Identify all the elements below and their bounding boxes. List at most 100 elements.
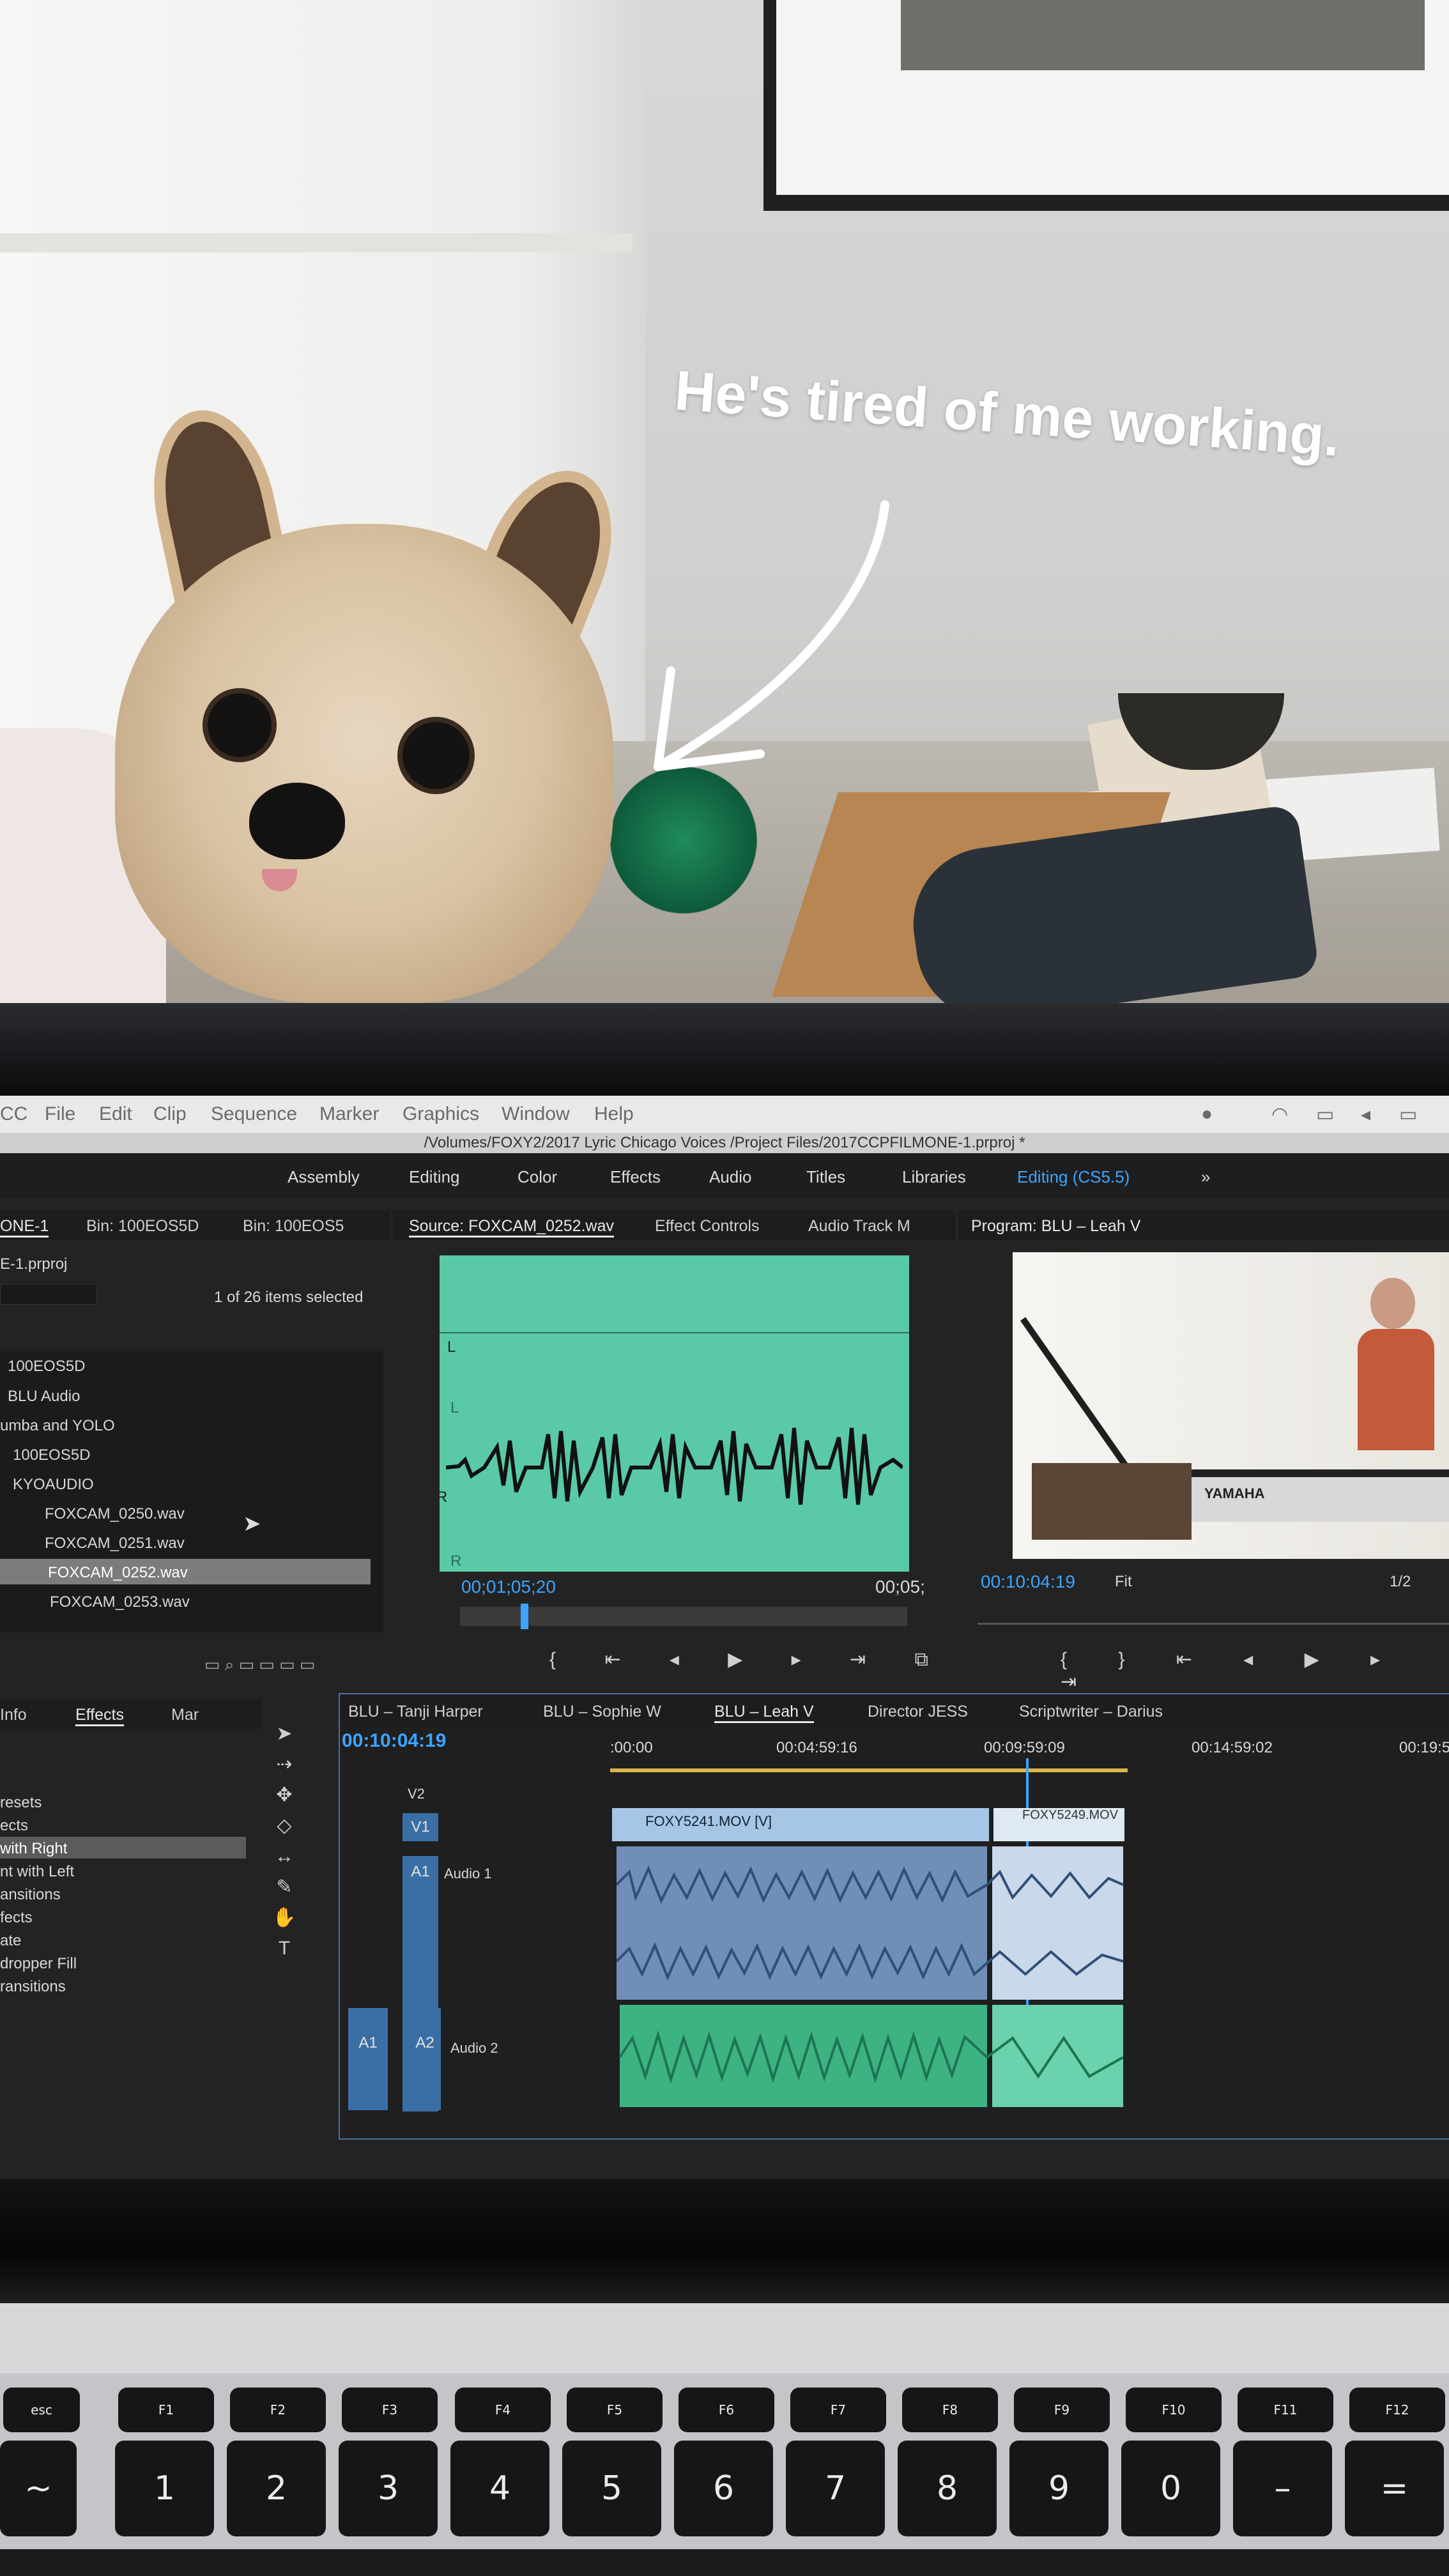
tab-program[interactable]: Program: BLU – Leah V <box>971 1217 1140 1236</box>
source-patch-a1[interactable]: A1 <box>348 2008 388 2110</box>
zoom-select[interactable]: Fit <box>1115 1573 1132 1591</box>
key-f8[interactable]: F8 <box>902 2388 998 2432</box>
key-4[interactable]: 4 <box>450 2441 549 2536</box>
list-item[interactable]: BLU Audio <box>8 1388 80 1406</box>
airplay-icon[interactable]: ▭ <box>1316 1103 1334 1126</box>
effects-item[interactable]: ate <box>0 1932 21 1950</box>
volume-icon[interactable]: ◂ <box>1361 1103 1370 1126</box>
key-tilde[interactable]: ~ <box>0 2441 77 2536</box>
workspace-assembly[interactable]: Assembly <box>288 1167 360 1187</box>
key-f12[interactable]: F12 <box>1349 2388 1445 2432</box>
program-timecode[interactable]: 00:10:04:19 <box>981 1572 1075 1592</box>
effects-item[interactable]: resets <box>0 1794 42 1812</box>
tab-markers[interactable]: Mar <box>171 1706 199 1724</box>
key-0[interactable]: 0 <box>1121 2441 1220 2536</box>
workspace-libraries[interactable]: Libraries <box>902 1167 966 1187</box>
effects-item[interactable]: ansitions <box>0 1886 61 1904</box>
wifi-icon[interactable]: ◠ <box>1271 1103 1288 1126</box>
list-item[interactable]: KYOAUDIO <box>13 1476 94 1494</box>
tab-sequence-active[interactable]: BLU – Leah V <box>714 1703 814 1723</box>
work-area-bar[interactable] <box>610 1768 1128 1772</box>
key-1[interactable]: 1 <box>115 2441 214 2536</box>
menu-sequence[interactable]: Sequence <box>211 1103 297 1125</box>
workspace-overflow[interactable]: » <box>1201 1167 1210 1187</box>
tab-bin-2[interactable]: Bin: 100EOS5 <box>243 1217 344 1236</box>
search-input[interactable] <box>0 1284 97 1305</box>
tab-sequence[interactable]: Director JESS <box>868 1703 968 1721</box>
menu-clip[interactable]: Clip <box>153 1103 187 1125</box>
key-7[interactable]: 7 <box>786 2441 885 2536</box>
list-item[interactable]: 100EOS5D <box>13 1446 90 1464</box>
workspace-editing[interactable]: Editing <box>409 1167 460 1187</box>
workspace-editing-cs55[interactable]: Editing (CS5.5) <box>1017 1167 1130 1187</box>
key-f4[interactable]: F4 <box>455 2388 551 2432</box>
menu-help[interactable]: Help <box>594 1103 634 1125</box>
evernote-icon[interactable]: ● <box>1201 1103 1213 1125</box>
key-5[interactable]: 5 <box>562 2441 661 2536</box>
key-f7[interactable]: F7 <box>790 2388 886 2432</box>
menu-edit[interactable]: Edit <box>99 1103 132 1125</box>
effects-item[interactable]: ects <box>0 1817 28 1835</box>
effects-item[interactable]: nt with Left <box>0 1863 74 1881</box>
tools-panel[interactable]: ➤ ⇢ ✥ ◇ ↔ ✎ ✋ T <box>272 1719 297 1974</box>
tab-bin-1[interactable]: Bin: 100EOS5D <box>86 1217 199 1236</box>
tab-info[interactable]: Info <box>0 1706 27 1724</box>
tab-sequence[interactable]: Scriptwriter – Darius <box>1019 1703 1163 1721</box>
key-f5[interactable]: F5 <box>567 2388 663 2432</box>
list-item-selected[interactable]: FOXCAM_0252.wav <box>48 1564 188 1582</box>
tab-sequence[interactable]: BLU – Tanji Harper <box>348 1703 483 1721</box>
menu-graphics[interactable]: Graphics <box>402 1103 479 1125</box>
workspace-effects[interactable]: Effects <box>610 1167 661 1187</box>
workspace-titles[interactable]: Titles <box>806 1167 845 1187</box>
key-f11[interactable]: F11 <box>1238 2388 1333 2432</box>
key-f10[interactable]: F10 <box>1126 2388 1222 2432</box>
key-f2[interactable]: F2 <box>230 2388 326 2432</box>
program-transport-controls[interactable]: { } ⇤ ◂ ▶ ▸ ⇥ <box>1061 1648 1449 1693</box>
key-minus[interactable]: – <box>1233 2441 1332 2536</box>
key-2[interactable]: 2 <box>227 2441 326 2536</box>
menu-window[interactable]: Window <box>502 1103 570 1125</box>
key-6[interactable]: 6 <box>674 2441 773 2536</box>
track-label[interactable]: V2 <box>408 1786 425 1802</box>
key-9[interactable]: 9 <box>1009 2441 1108 2536</box>
effects-item[interactable]: ransitions <box>0 1978 66 1996</box>
source-waveform-view[interactable] <box>440 1255 909 1572</box>
list-item[interactable]: FOXCAM_0250.wav <box>45 1505 185 1523</box>
menu-marker[interactable]: Marker <box>319 1103 379 1125</box>
workspace-audio[interactable]: Audio <box>709 1167 752 1187</box>
key-esc[interactable]: esc <box>3 2388 80 2432</box>
effects-item-selected[interactable]: with Right <box>0 1840 67 1858</box>
resolution-select[interactable]: 1/2 <box>1390 1573 1411 1591</box>
key-equals[interactable]: = <box>1345 2441 1444 2536</box>
list-item[interactable]: FOXCAM_0253.wav <box>50 1593 190 1611</box>
effects-item[interactable]: dropper Fill <box>0 1955 77 1973</box>
source-playhead[interactable] <box>521 1604 528 1629</box>
key-f6[interactable]: F6 <box>678 2388 774 2432</box>
source-transport-controls[interactable]: { ⇤ ◂ ▶ ▸ ⇥ ⧉ <box>549 1648 950 1671</box>
workspace-color[interactable]: Color <box>518 1167 557 1187</box>
list-item[interactable]: umba and YOLO <box>0 1417 115 1435</box>
program-video-frame[interactable]: YAMAHA <box>1013 1252 1449 1559</box>
project-toolbar-icons[interactable]: ▭ ⌕ ▭ ▭ ▭ ▭ <box>204 1655 316 1675</box>
tab-effect-controls[interactable]: Effect Controls <box>655 1217 760 1236</box>
key-8[interactable]: 8 <box>898 2441 997 2536</box>
track-target-v1[interactable]: V1 <box>402 1813 438 1841</box>
menu-file[interactable]: File <box>45 1103 75 1125</box>
list-item[interactable]: 100EOS5D <box>8 1358 85 1376</box>
source-timecode[interactable]: 00;01;05;20 <box>461 1577 556 1597</box>
tab-audio-track-mixer[interactable]: Audio Track M <box>808 1217 910 1236</box>
tab-project[interactable]: ONE-1 <box>0 1217 49 1238</box>
menu-app[interactable]: CC <box>0 1103 27 1125</box>
tab-effects[interactable]: Effects <box>75 1706 124 1726</box>
tab-source[interactable]: Source: FOXCAM_0252.wav <box>409 1217 614 1238</box>
key-3[interactable]: 3 <box>339 2441 438 2536</box>
track-target-a2[interactable]: A2 <box>409 2008 441 2110</box>
tab-sequence[interactable]: BLU – Sophie W <box>543 1703 661 1721</box>
battery-icon[interactable]: ▭ <box>1399 1103 1417 1126</box>
effects-item[interactable]: fects <box>0 1909 33 1927</box>
list-item[interactable]: FOXCAM_0251.wav <box>45 1535 185 1552</box>
timeline-timecode[interactable]: 00:10:04:19 <box>342 1730 446 1752</box>
key-f1[interactable]: F1 <box>118 2388 214 2432</box>
key-f9[interactable]: F9 <box>1014 2388 1110 2432</box>
program-scrub-bar[interactable] <box>977 1623 1449 1625</box>
